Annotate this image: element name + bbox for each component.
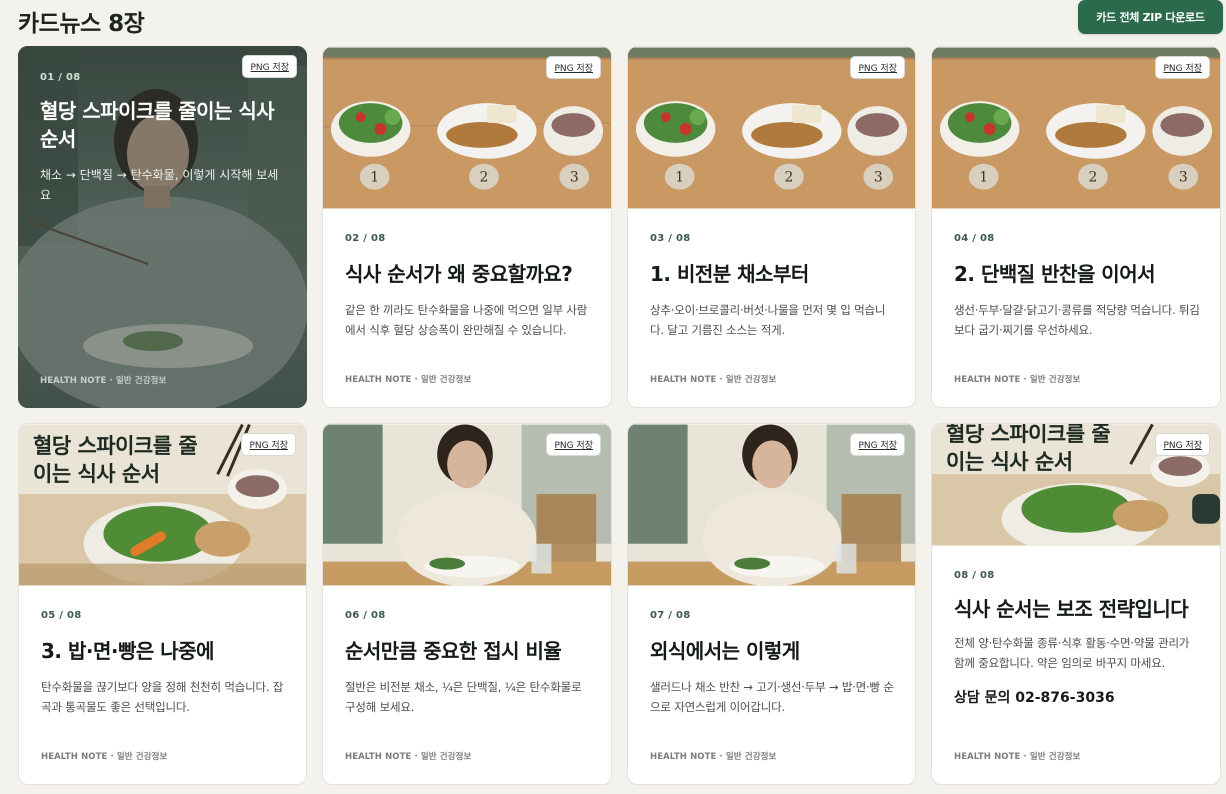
png-save-button[interactable]: PNG 저장 <box>546 56 601 79</box>
png-save-button[interactable]: PNG 저장 <box>546 433 601 456</box>
card-number: 06 / 08 <box>345 610 386 621</box>
card-description: 절반은 비전분 채소, ¼은 단백질, ¼은 탄수화물로 구성해 보세요. <box>345 680 582 714</box>
photo-overlay-title: 혈당 스파이크를 줄이는 식사 순서 <box>946 423 1111 474</box>
plate-number-3: 3 <box>1179 170 1188 186</box>
png-save-button[interactable]: PNG 저장 <box>241 433 296 456</box>
card-title: 2. 단백질 반찬을 이어서 <box>954 262 1156 286</box>
card-footer: HEALTH NOTE · 일반 건강정보 <box>40 376 167 386</box>
card-06: PNG 저장 06 / 08 순서만큼 중요한 접시 비율 절반은 비전분 채소… <box>322 423 612 785</box>
card-07: PNG 저장 07 / 08 외식에서는 이렇게 샐러드나 채소 반찬 → 고기… <box>627 423 916 785</box>
contact-phone: 상담 문의 02-876-3036 <box>954 690 1115 706</box>
png-save-button[interactable]: PNG 저장 <box>242 55 297 78</box>
card-number: 05 / 08 <box>41 610 82 621</box>
card-04: 1 2 3 PNG 저장 04 / 08 2. 단백질 반찬을 이어서 생선·두… <box>931 46 1221 408</box>
png-save-button[interactable]: PNG 저장 <box>1155 433 1210 456</box>
card-grid: PNG 저장 01 / 08 혈당 스파이크를 줄이는 식사 순서 채소 → 단… <box>18 46 1221 785</box>
card-number: 04 / 08 <box>954 233 995 244</box>
card-02: 1 2 3 PNG 저장 02 / 08 식사 순서가 왜 중요할까요? 같은 … <box>322 46 612 408</box>
card-description: 전체 양·탄수화물 종류·식후 활동·수면·약물 관리가 함께 중요합니다. 약… <box>954 636 1190 670</box>
card-title: 외식에서는 이렇게 <box>650 639 800 663</box>
card-description: 탄수화물을 끊기보다 양을 정해 천천히 먹습니다. 잡곡과 통곡물도 좋은 선… <box>41 680 284 714</box>
card-number: 03 / 08 <box>650 233 691 244</box>
download-zip-button[interactable]: 카드 전체 ZIP 다운로드 <box>1078 0 1223 34</box>
card-description: 채소 → 단백질 → 탄수화물, 이렇게 시작해 보세요 <box>40 168 279 202</box>
card-number: 08 / 08 <box>954 570 995 581</box>
card-title: 식사 순서가 왜 중요할까요? <box>345 262 573 286</box>
card-description: 생선·두부·달걀·닭고기·콩류를 적당량 먹습니다. 튀김보다 굽기·찌기를 우… <box>954 303 1200 337</box>
card-title: 식사 순서는 보조 전략입니다 <box>954 597 1189 621</box>
card-title: 순서만큼 중요한 접시 비율 <box>345 639 562 663</box>
card-title: 혈당 스파이크를 줄이는 식사 순서 <box>40 99 275 151</box>
card-title: 1. 비전분 채소부터 <box>650 262 809 286</box>
card-footer: HEALTH NOTE · 일반 건강정보 <box>650 752 777 762</box>
card-number: 02 / 08 <box>345 233 386 244</box>
plate-number-3: 3 <box>874 170 883 186</box>
card-05: 혈당 스파이크를 줄이는 식사 순서 PNG 저장 05 / 08 3. 밥·면… <box>18 423 307 785</box>
card-footer: HEALTH NOTE · 일반 건강정보 <box>345 752 472 762</box>
png-save-button[interactable]: PNG 저장 <box>850 56 905 79</box>
plate-number-2: 2 <box>1088 170 1097 186</box>
card-title: 3. 밥·면·빵은 나중에 <box>41 639 214 663</box>
card-03: 1 2 3 PNG 저장 03 / 08 1. 비전분 채소부터 상추·오이·브… <box>627 46 916 408</box>
plate-number-2: 2 <box>479 170 488 186</box>
card-description: 상추·오이·브로콜리·버섯·나물을 먼저 몇 입 먹습니다. 달고 기름진 소스… <box>650 303 886 337</box>
card-description: 샐러드나 채소 반찬 → 고기·생선·두부 → 밥·면·빵 순으로 자연스럽게 … <box>650 680 894 714</box>
plate-number-1: 1 <box>370 170 379 186</box>
card-footer: HEALTH NOTE · 일반 건강정보 <box>345 375 472 385</box>
photo-overlay-title: 혈당 스파이크를 줄이는 식사 순서 <box>33 434 198 486</box>
png-save-button[interactable]: PNG 저장 <box>850 433 905 456</box>
png-save-button[interactable]: PNG 저장 <box>1155 56 1210 79</box>
plate-number-1: 1 <box>979 170 988 186</box>
card-footer: HEALTH NOTE · 일반 건강정보 <box>954 752 1081 762</box>
page-title: 카드뉴스 8장 <box>18 11 145 37</box>
card-08: 혈당 스파이크를 줄이는 식사 순서 PNG 저장 08 / 08 식사 순서는… <box>931 423 1221 785</box>
card-number: 07 / 08 <box>650 610 691 621</box>
card-footer: HEALTH NOTE · 일반 건강정보 <box>650 375 777 385</box>
plate-number-1: 1 <box>675 170 684 186</box>
plate-number-2: 2 <box>784 170 793 186</box>
card-footer: HEALTH NOTE · 일반 건강정보 <box>41 752 168 762</box>
card-description: 같은 한 끼라도 탄수화물을 나중에 먹으면 일부 사람에서 식후 혈당 상승폭… <box>345 303 588 337</box>
plate-number-3: 3 <box>570 170 579 186</box>
card-01: PNG 저장 01 / 08 혈당 스파이크를 줄이는 식사 순서 채소 → 단… <box>18 46 307 408</box>
card-footer: HEALTH NOTE · 일반 건강정보 <box>954 375 1081 385</box>
